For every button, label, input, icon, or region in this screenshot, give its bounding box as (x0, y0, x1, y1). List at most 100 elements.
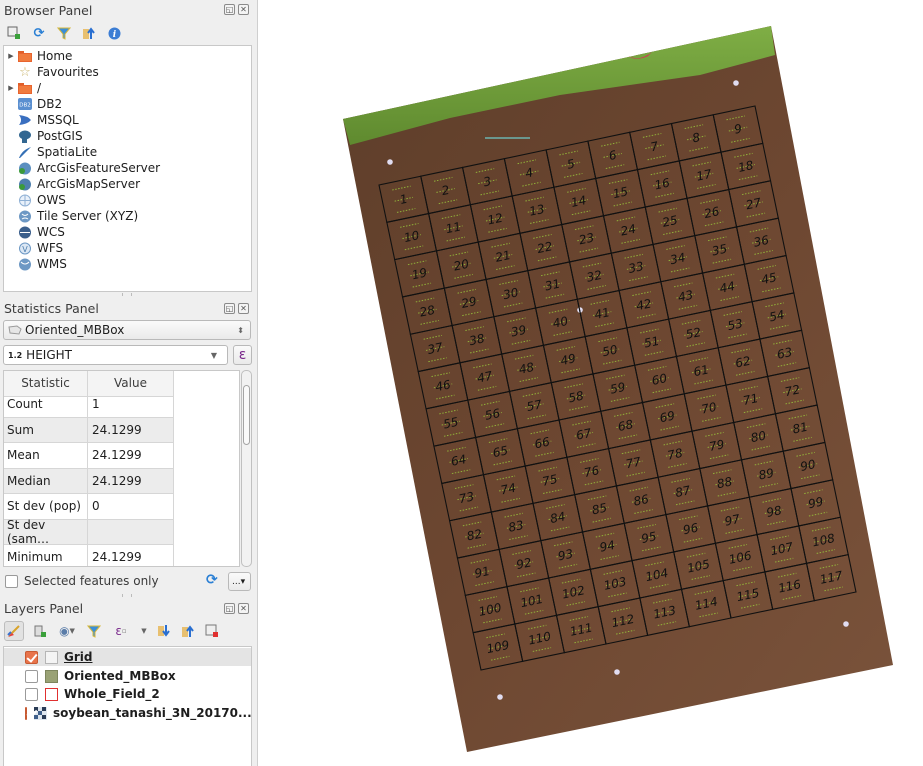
spatialite-icon (18, 146, 32, 159)
tree-item-mssql[interactable]: MSSQL (4, 112, 79, 128)
tree-item-db2[interactable]: DB2 DB2 (4, 96, 62, 112)
tree-item-favourites[interactable]: ☆ Favourites (4, 64, 99, 80)
wcs-icon (18, 226, 32, 239)
tree-item-label: WCS (37, 225, 65, 239)
tree-item-label: ArcGisMapServer (37, 177, 141, 191)
tree-item-xyz[interactable]: Tile Server (XYZ) (4, 208, 138, 224)
table-row[interactable]: Median 24.1299 (4, 468, 174, 494)
tree-item-label: WFS (37, 241, 64, 255)
browser-tree[interactable]: ▶ Home ☆ Favourites ▶ / DB2 DB2 MSSQL Po (3, 45, 252, 292)
float-panel-button[interactable]: ◱ (224, 4, 235, 15)
statistic-value: 24.1299 (88, 417, 174, 442)
raster-layer-icon (34, 706, 47, 720)
table-row[interactable]: Minimum 24.1299 (4, 545, 174, 566)
statistic-name: Mean (4, 443, 88, 468)
tree-item-label: DB2 (37, 97, 63, 111)
info-icon[interactable]: i (106, 25, 122, 41)
field-select[interactable]: 1.2 HEIGHT ▼ (3, 345, 228, 365)
tree-item-wms[interactable]: WMS (4, 256, 67, 272)
selected-features-only-checkbox[interactable] (5, 574, 18, 588)
tree-item-arcgis-feature[interactable]: ArcGisFeatureServer (4, 160, 160, 176)
close-panel-button[interactable]: ✕ (238, 4, 249, 15)
visibility-icon[interactable]: ◉ ▼ (56, 623, 78, 639)
layer-symbol-swatch (45, 687, 58, 701)
filter-icon[interactable] (86, 623, 102, 639)
style-icon[interactable] (4, 621, 24, 641)
statistic-name: Median (4, 468, 88, 493)
tree-item-wcs[interactable]: WCS (4, 224, 65, 240)
layer-select[interactable]: Oriented_MBBox ⬍ (3, 320, 251, 340)
sidebar: Browser Panel ◱ ✕ ⟳ i ▶ Home ☆ Favourite… (0, 0, 258, 766)
layer-name: Whole_Field_2 (64, 687, 160, 701)
layer-visibility-checkbox[interactable] (25, 706, 27, 720)
field-select-value: HEIGHT (26, 348, 72, 362)
expand-arrow-icon[interactable]: ▶ (4, 84, 18, 92)
float-panel-button[interactable]: ◱ (224, 603, 235, 614)
statistics-scrollbar[interactable] (241, 370, 252, 567)
layer-name: soybean_tanashi_3N_20170... (53, 706, 252, 720)
layer-item-soybean-raster[interactable]: soybean_tanashi_3N_20170... (4, 704, 252, 722)
expand-arrow-icon[interactable]: ▶ (4, 52, 18, 60)
tree-item-arcgis-map[interactable]: ArcGisMapServer (4, 176, 140, 192)
more-options-button[interactable]: ...▾ (228, 572, 251, 591)
panel-splitter[interactable] (122, 594, 132, 597)
table-row[interactable]: Count 1 (4, 392, 174, 418)
statistic-name: St dev (sam… (4, 518, 88, 546)
tree-item-home[interactable]: ▶ Home (4, 48, 72, 64)
expand-all-icon[interactable] (156, 623, 172, 639)
layer-item-whole-field[interactable]: Whole_Field_2 (4, 685, 251, 703)
layer-item-grid[interactable]: Grid (4, 648, 251, 666)
close-panel-button[interactable]: ✕ (238, 303, 249, 314)
expression-filter-icon[interactable]: ε ▫ (110, 623, 132, 639)
tree-item-root[interactable]: ▶ / (4, 80, 41, 96)
tree-item-label: / (37, 81, 42, 95)
collapse-all-icon[interactable] (180, 623, 196, 639)
close-panel-button[interactable]: ✕ (238, 603, 249, 614)
tree-item-label: Favourites (37, 65, 99, 79)
refresh-icon[interactable]: ⟳ (206, 572, 218, 588)
selected-features-only[interactable]: Selected features only (5, 574, 159, 588)
table-row[interactable]: Sum 24.1299 (4, 417, 174, 443)
ground-control-point (497, 694, 503, 700)
panel-splitter[interactable] (122, 293, 132, 296)
statistic-value: 24.1299 (88, 443, 174, 468)
remove-layer-icon[interactable] (204, 623, 220, 639)
float-panel-button[interactable]: ◱ (224, 303, 235, 314)
layer-visibility-checkbox[interactable] (25, 687, 38, 701)
table-row[interactable]: Mean 24.1299 (4, 443, 174, 469)
tree-item-postgis[interactable]: PostGIS (4, 128, 83, 144)
folder-icon (18, 50, 32, 63)
map-canvas[interactable]: 1 2 3 4 5 6 7 8 9 10 11 12 13 14 15 16 17 18 19 20 21 22 23 24 2… (258, 0, 923, 766)
layer-visibility-checkbox[interactable] (25, 650, 38, 664)
collapse-all-icon[interactable] (81, 25, 97, 41)
layer-visibility-checkbox[interactable] (25, 669, 38, 683)
statistic-value: 0 (88, 494, 174, 519)
add-selected-layers-icon[interactable] (6, 25, 22, 41)
tree-item-wfs[interactable]: V WFS (4, 240, 63, 256)
statistic-name: Sum (4, 417, 88, 442)
chevron-down-icon[interactable]: ▼ (140, 623, 148, 639)
tree-item-spatialite[interactable]: SpatiaLite (4, 144, 97, 160)
arcgis-map-icon (18, 178, 32, 191)
layer-item-oriented-mbbox[interactable]: Oriented_MBBox (4, 667, 251, 685)
statistic-name: Count (4, 392, 88, 417)
folder-icon (18, 82, 32, 95)
statistic-value (88, 519, 174, 544)
tree-item-label: WMS (37, 257, 67, 271)
layers-toolbar: ◉ ▼ ε ▫ ▼ (4, 621, 220, 641)
statistics-panel-title: Statistics Panel (4, 301, 99, 316)
add-group-icon[interactable] (32, 623, 48, 639)
filter-icon[interactable] (56, 25, 72, 41)
tree-item-label: SpatiaLite (37, 145, 98, 159)
layers-tree[interactable]: Grid Oriented_MBBox Whole_Field_2 soybea… (3, 646, 252, 766)
tree-item-ows[interactable]: OWS (4, 192, 66, 208)
table-row[interactable]: St dev (sam… (4, 518, 174, 546)
scrollbar-thumb[interactable] (243, 385, 250, 445)
expression-button[interactable]: ε (233, 345, 252, 365)
table-row[interactable]: St dev (pop) 0 (4, 494, 174, 520)
refresh-icon[interactable]: ⟳ (31, 25, 47, 41)
map-svg: 1234567891011121314151617181920212223242… (343, 26, 893, 752)
wfs-icon: V (18, 242, 32, 255)
spin-arrows-icon: ⬍ (237, 325, 244, 335)
xyz-icon (18, 210, 32, 223)
